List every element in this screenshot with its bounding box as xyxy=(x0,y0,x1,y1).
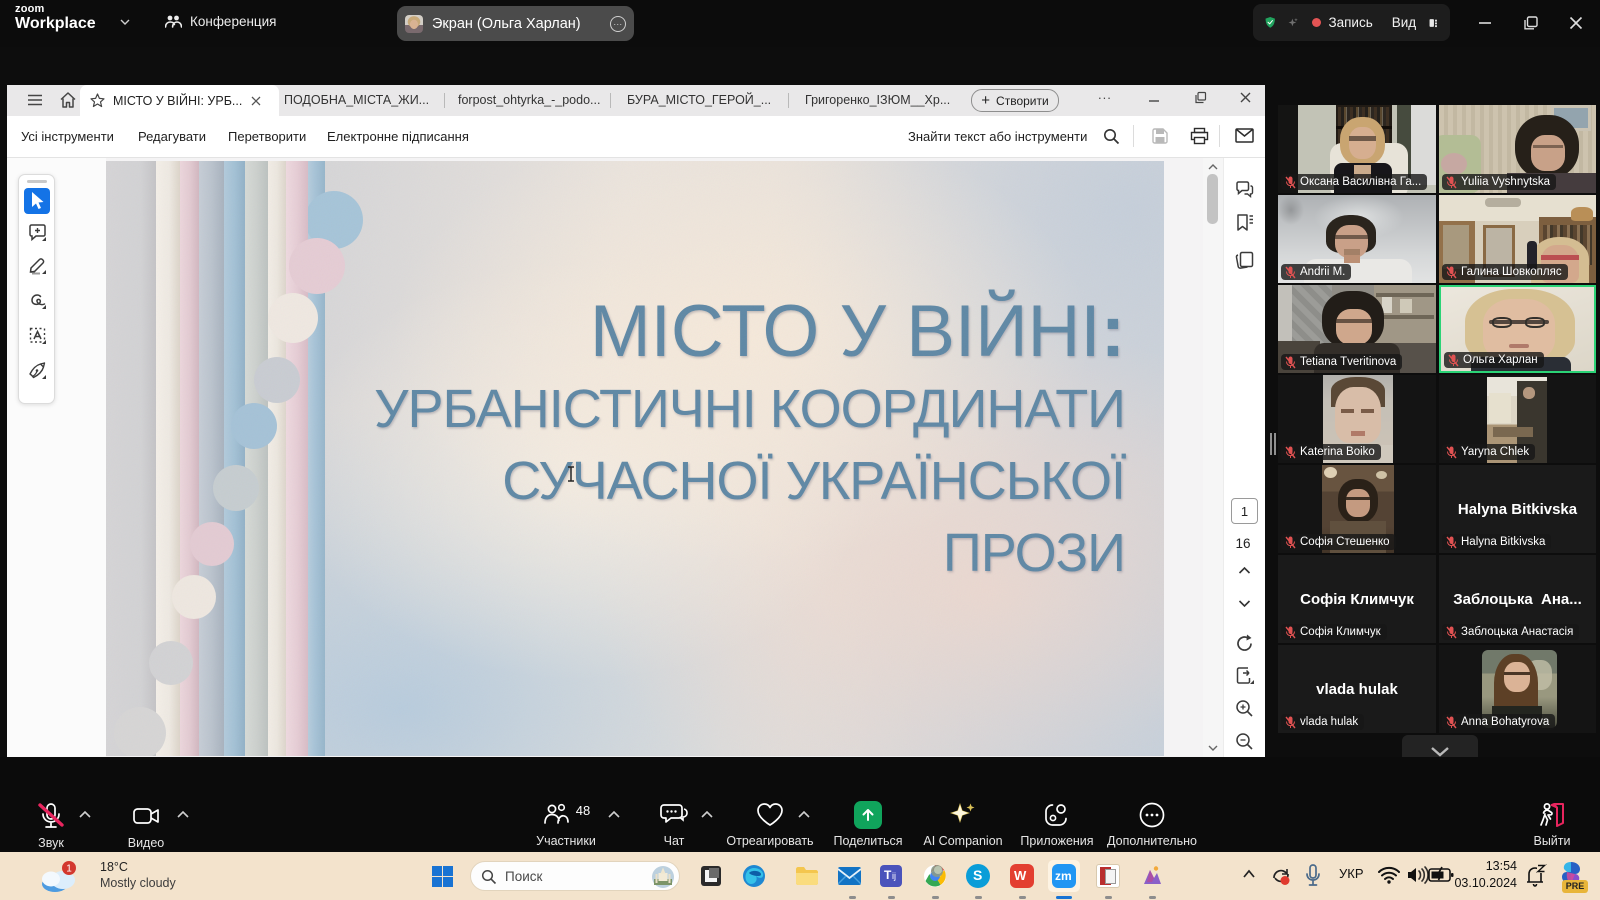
svg-text:1: 1 xyxy=(66,864,72,875)
